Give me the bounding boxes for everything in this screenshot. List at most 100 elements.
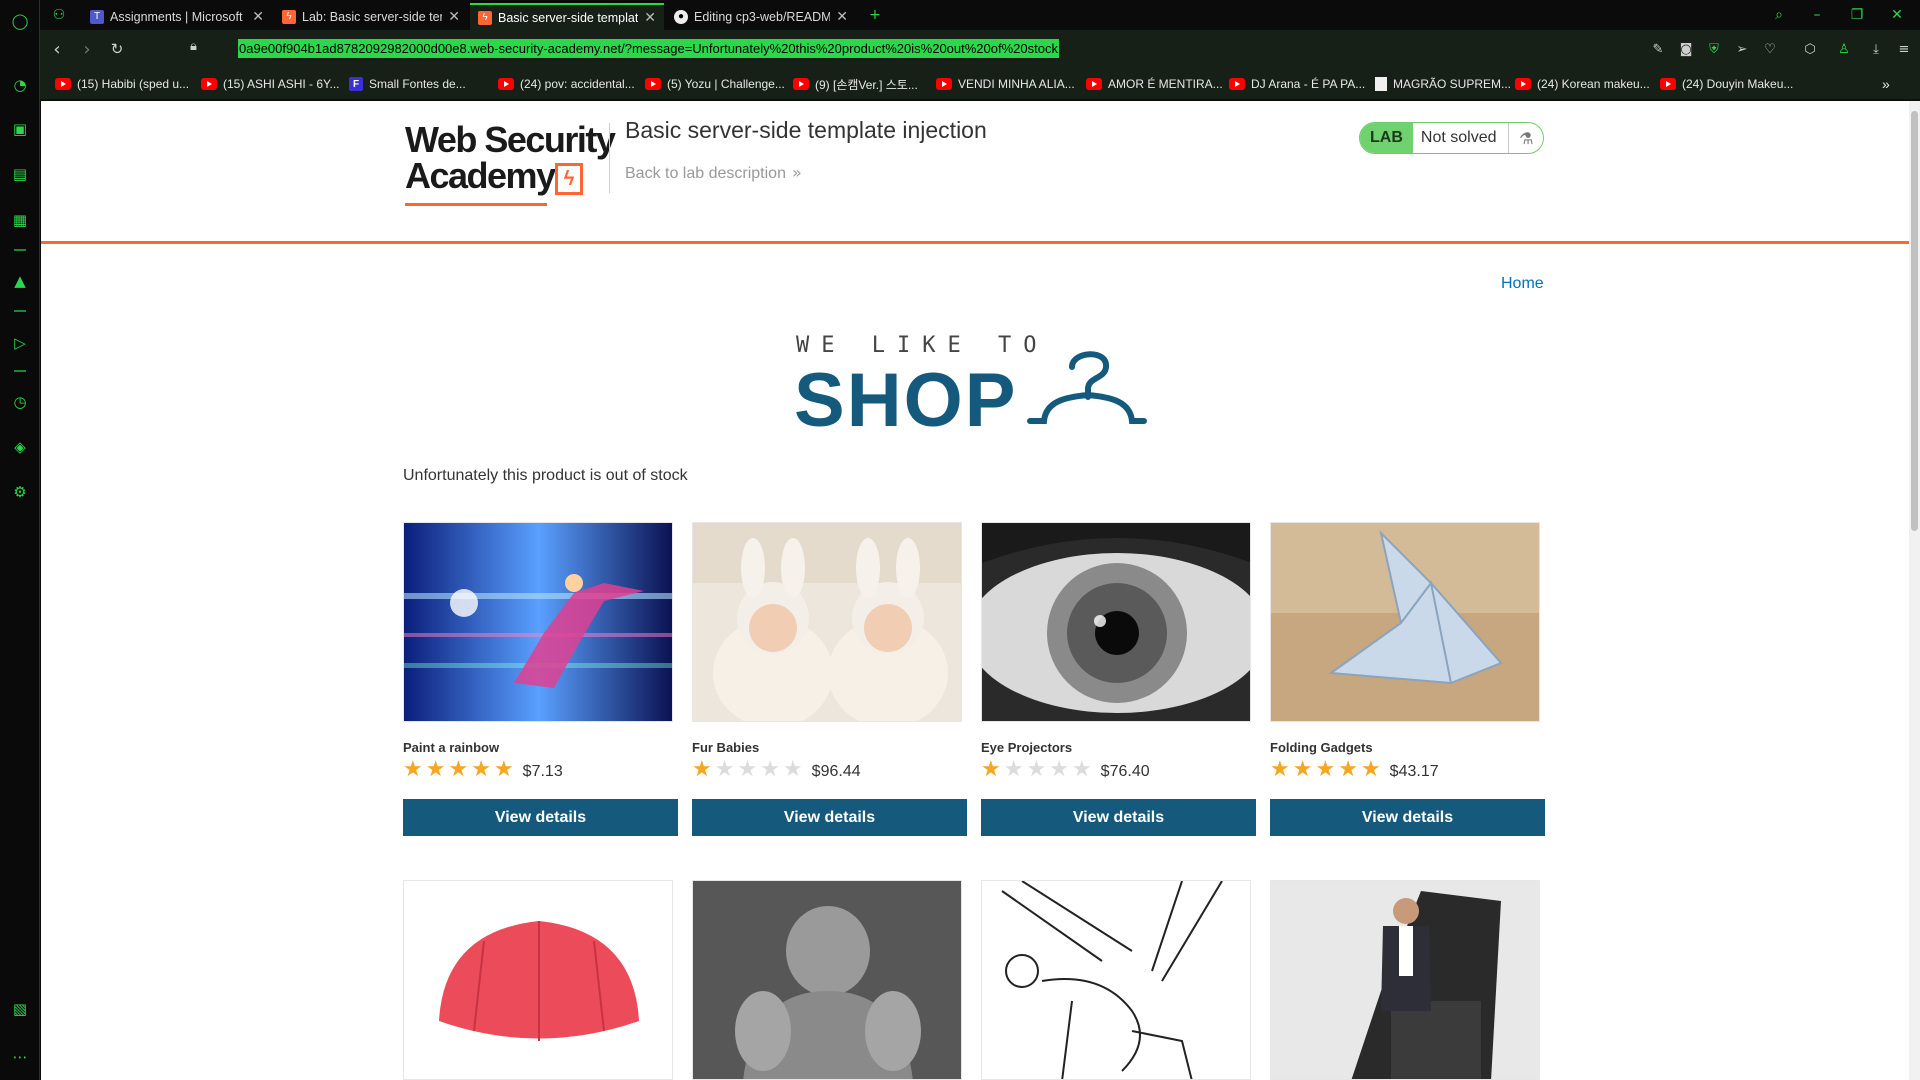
star-icon: ★ [1270,757,1290,782]
close-tab-icon[interactable]: ✕ [836,8,848,25]
star-icon: ★ [493,757,514,782]
star-icon: ★ [1315,757,1336,782]
double-chevron-right-icon: » [791,163,802,182]
page-scrollbar[interactable] [1909,101,1920,1080]
back-to-lab-description-link[interactable]: Back to lab description» [625,163,802,183]
bookmark-item[interactable]: (24) pov: accidental... [498,75,635,93]
camera-icon[interactable]: ◙ [1676,39,1696,59]
tab-lab-description[interactable]: ϟ Lab: Basic server-side temp ✕ [274,3,468,30]
bookmark-item[interactable]: VENDI MINHA ALIA... [936,75,1075,93]
product-image[interactable] [1270,522,1540,722]
bookmark-item[interactable]: F Small Fontes de... [349,75,466,93]
download-icon[interactable]: ⤓ [1866,39,1886,59]
document-icon [1375,77,1387,91]
fur-babies-image [693,523,961,721]
product-image[interactable] [981,880,1251,1080]
youtube-icon [201,78,217,90]
heart-icon[interactable]: ♡ [1760,39,1780,59]
bookmark-item[interactable]: (24) Douyin Makeu... [1660,75,1793,93]
aria-icon[interactable]: ▲ [9,270,31,292]
restore-icon[interactable]: ❐ [1840,0,1874,30]
back-arrow-icon[interactable]: ‹ [46,38,68,60]
bookmark-item[interactable]: (15) ASHI ASHI - 6Y... [201,75,340,93]
extensions-cube-icon[interactable]: ◈ [9,436,31,458]
twitch-icon[interactable]: ▤ [9,163,31,185]
youtube-icon [1515,78,1531,90]
bookmark-item[interactable]: DJ Arana - É PA PA... [1229,75,1365,93]
minimize-icon[interactable]: – [1800,0,1834,30]
gx-control-icon[interactable]: ◔ [9,74,31,96]
close-tab-icon[interactable]: ✕ [252,8,264,25]
close-window-icon[interactable]: ✕ [1880,0,1914,30]
product-image[interactable] [403,880,673,1080]
lock-icon[interactable]: 🔒︎ [190,39,197,54]
bookmark-item[interactable]: MAGRÃO SUPREM... [1375,75,1511,93]
umbrella-image [404,881,672,1079]
forward-arrow-icon[interactable]: › [76,38,98,60]
tab-strip: ⚇ T Assignments | Microsoft Te ✕ ϟ Lab: … [40,0,1920,30]
product-name: Folding Gadgets [1270,740,1373,755]
view-details-button[interactable]: View details [1270,799,1545,836]
tab-lab-active[interactable]: ϟ Basic server-side template i ✕ [470,3,664,30]
player-icon[interactable]: ▦ [9,209,31,231]
new-tab-plus-icon[interactable]: + [858,0,892,30]
star-icon: ★ [1003,757,1024,782]
address-bar[interactable]: 🔒︎ 0a9e00f904b1ad8782092982000d00e8.web-… [190,36,1640,62]
tab-menu-icon[interactable]: ⚇ [44,0,74,30]
tab-github-editing[interactable]: ● Editing cp3-web/README.r ✕ [666,3,856,30]
send-icon[interactable]: ➢ [1732,39,1752,59]
youtube-icon [55,78,71,90]
folding-gadgets-image [1271,523,1539,721]
flask-icon: ⚗ [1519,128,1534,148]
more-bookmarks-icon[interactable]: » [1882,75,1890,93]
gx-corner-icon[interactable]: ▣ [9,118,31,140]
star-icon: ★ [1338,757,1358,782]
view-details-button[interactable]: View details [403,799,678,836]
extensions-icon[interactable]: ⬡ [1800,39,1820,59]
home-link[interactable]: Home [1501,275,1544,293]
edit-icon[interactable]: ✎ [1648,39,1668,59]
bookmark-item[interactable]: (5) Yozu | Challenge... [645,75,785,93]
out-of-stock-message: Unfortunately this product is out of sto… [403,467,688,484]
product-image[interactable] [692,522,962,722]
browser-sidebar: ◯ ◔ ▣ ▤ ▦ ▲ ▷ ◷ ◈ ⚙ ▧ ⋯ [0,0,40,1080]
tab-assignments[interactable]: T Assignments | Microsoft Te ✕ [82,3,272,30]
bookmark-item[interactable]: AMOR É MENTIRA... [1086,75,1223,93]
more-dots-icon[interactable]: ⋯ [9,1046,31,1068]
shield-icon[interactable]: ⛨ [1704,39,1724,59]
teams-icon: T [90,9,104,24]
play-icon[interactable]: ▷ [9,332,31,354]
view-details-button[interactable]: View details [981,799,1256,836]
product-image[interactable] [692,880,962,1080]
star-icon: ★ [1071,757,1092,782]
tab-search-icon[interactable]: ⌕ [1762,0,1796,30]
bookmark-item[interactable]: (24) Korean makeu... [1515,75,1650,93]
bookmark-item[interactable]: (9) [손캠Ver.] 스토... [793,75,918,93]
close-tab-icon[interactable]: ✕ [644,9,656,26]
profile-icon[interactable]: ♙ [1834,39,1854,59]
url-text[interactable]: 0a9e00f904b1ad8782092982000d00e8.web-sec… [238,39,1059,58]
opera-logo-icon[interactable]: ◯ [9,10,31,32]
lab-status-text: Not solved [1413,123,1510,153]
product-image[interactable] [981,522,1251,722]
scrollbar-thumb[interactable] [1911,111,1918,531]
web-security-academy-logo[interactable]: Web Security Academy ϟ [405,119,616,206]
product-name: Paint a rainbow [403,740,500,755]
history-icon[interactable]: ◷ [9,391,31,413]
sketch-illustration-image [982,881,1250,1079]
reload-icon[interactable]: ↻ [106,38,128,60]
star-icon: ★ [1026,757,1047,782]
star-icon: ★ [737,757,758,782]
product-rating: ★ ★ ★ ★ ★ $96.44 [692,758,861,782]
bookmark-item[interactable]: (15) Habibi (sped u... [55,75,189,93]
settings-gear-icon[interactable]: ⚙ [9,481,31,503]
star-icon: ★ [692,757,712,782]
wallpaper-icon[interactable]: ▧ [9,998,31,1020]
product-image[interactable] [1270,880,1540,1080]
product-image[interactable] [403,522,673,722]
close-tab-icon[interactable]: ✕ [448,8,460,25]
menu-icon[interactable]: ≡ [1894,39,1914,59]
view-details-button[interactable]: View details [692,799,967,836]
product-price: $7.13 [522,763,563,780]
star-icon: ★ [981,757,1001,782]
